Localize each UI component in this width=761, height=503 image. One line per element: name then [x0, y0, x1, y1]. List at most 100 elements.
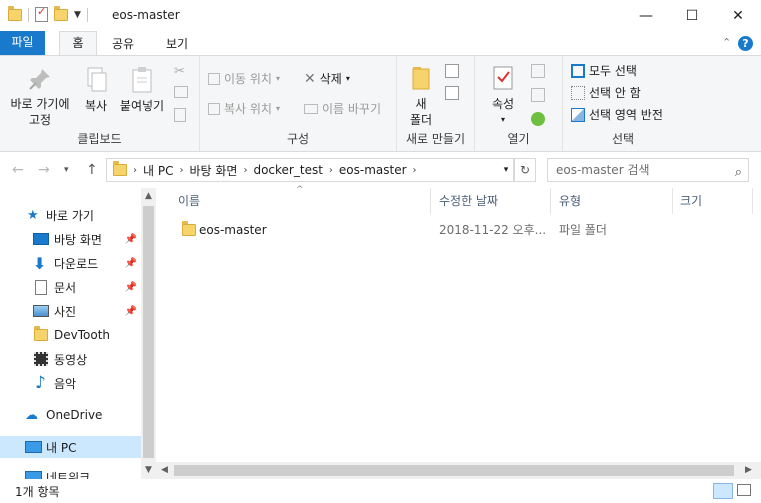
pin-quick-access-button[interactable]: 바로 가기에 고정: [4, 66, 76, 128]
scroll-right-icon[interactable]: ▶: [740, 462, 757, 479]
large-icons-view-icon[interactable]: [737, 484, 751, 496]
new-folder-icon[interactable]: [54, 5, 68, 21]
column-header-modified[interactable]: 수정한 날짜: [431, 188, 551, 214]
select-group-label: 선택: [611, 132, 635, 146]
nav-item-downloads[interactable]: ⬇ 다운로드 📌: [0, 252, 141, 274]
open-group: 속성 ▾ 열기: [475, 56, 563, 151]
nav-this-pc-label: 내 PC: [46, 440, 77, 455]
scroll-down-icon[interactable]: ▼: [141, 462, 156, 479]
chevron-right-icon[interactable]: ›: [243, 165, 247, 176]
chevron-right-icon[interactable]: ›: [179, 165, 183, 176]
breadcrumb-eos-master[interactable]: eos-master: [339, 163, 407, 177]
chevron-right-icon[interactable]: ›: [413, 165, 417, 176]
invert-selection-button[interactable]: 선택 영역 반전: [571, 106, 663, 123]
toolbar-separator: [86, 7, 88, 22]
chevron-right-icon[interactable]: ›: [133, 165, 137, 176]
new-item-icon[interactable]: [445, 64, 459, 78]
pin-icon[interactable]: 📌: [125, 258, 137, 269]
item-count: 1개 항목: [15, 485, 60, 499]
recent-locations-icon[interactable]: ▾: [64, 165, 69, 175]
copy-to-button[interactable]: 복사 위치 ▾: [208, 100, 280, 117]
invert-selection-icon: [571, 107, 585, 122]
nav-this-pc[interactable]: 내 PC: [0, 436, 141, 458]
delete-button[interactable]: ✕ 삭제 ▾: [304, 70, 350, 87]
rename-button[interactable]: 이름 바꾸기: [304, 100, 381, 117]
new-folder-button[interactable]: 새 폴더: [403, 64, 439, 128]
paste-button[interactable]: 붙여넣기: [116, 66, 168, 114]
nav-item-desktop[interactable]: 바탕 화면 📌: [0, 228, 141, 250]
nav-onedrive[interactable]: ☁ OneDrive: [0, 404, 141, 426]
forward-arrow-icon[interactable]: →: [38, 162, 50, 178]
help-icon[interactable]: ?: [738, 36, 753, 51]
properties-button[interactable]: 속성 ▾: [485, 64, 521, 128]
pin-icon[interactable]: 📌: [125, 234, 137, 245]
details-view-icon[interactable]: [713, 483, 733, 499]
copy-to-label: 복사 위치: [224, 102, 272, 116]
copy-path-icon[interactable]: [174, 86, 188, 98]
column-header-size[interactable]: 크기: [673, 188, 753, 214]
chevron-right-icon[interactable]: ›: [329, 165, 333, 176]
easy-access-icon[interactable]: [445, 86, 459, 100]
folder-icon: [182, 221, 196, 236]
column-header-name[interactable]: 이름: [156, 188, 431, 214]
select-all-button[interactable]: 모두 선택: [571, 62, 637, 79]
table-row[interactable]: eos-master 2018-11-22 오후... 파일 폴더: [156, 220, 761, 240]
search-placeholder: eos-master 검색: [556, 163, 650, 177]
properties-icon[interactable]: [35, 5, 48, 22]
close-button[interactable]: ✕: [715, 0, 761, 31]
open-icon[interactable]: [531, 64, 545, 78]
clipboard-group: 바로 가기에 고정 복사 붙여넣기 ✂ 클립보드: [0, 56, 200, 151]
nav-item-downloads-label: 다운로드: [54, 256, 99, 271]
tab-file[interactable]: 파일: [0, 31, 45, 55]
move-to-icon: [208, 72, 220, 85]
breadcrumb-desktop[interactable]: 바탕 화면: [189, 162, 237, 179]
folder-icon: [113, 161, 127, 176]
edit-icon[interactable]: [531, 88, 545, 102]
pin-icon[interactable]: 📌: [125, 306, 137, 317]
pin-icon[interactable]: 📌: [125, 282, 137, 293]
tab-view[interactable]: 보기: [166, 35, 188, 52]
music-icon: ♪: [35, 373, 46, 393]
maximize-button[interactable]: ☐: [669, 0, 715, 31]
minimize-button[interactable]: —: [623, 0, 669, 31]
nav-network-label: 네트워크: [46, 470, 91, 480]
breadcrumb-docker-test[interactable]: docker_test: [253, 163, 322, 177]
address-bar[interactable]: › 내 PC › 바탕 화면 › docker_test › eos-maste…: [106, 158, 514, 182]
nav-item-music[interactable]: ♪ 음악: [0, 372, 141, 394]
scrollbar-thumb[interactable]: [143, 206, 154, 458]
column-header-type[interactable]: 유형: [551, 188, 673, 214]
nav-pane-scrollbar[interactable]: ▲ ▼: [141, 188, 156, 479]
scroll-up-icon[interactable]: ▲: [141, 188, 156, 205]
customize-toolbar-icon[interactable]: ▼: [74, 10, 81, 20]
nav-item-videos[interactable]: 동영상: [0, 348, 141, 370]
copy-label: 복사: [84, 99, 108, 113]
folder-icon[interactable]: [8, 5, 22, 21]
paste-shortcut-icon[interactable]: [174, 108, 186, 122]
nav-quick-access[interactable]: ★ 바로 가기: [0, 204, 141, 226]
tab-home[interactable]: 홈: [59, 31, 97, 56]
quick-access-toolbar: ▼: [8, 5, 88, 22]
collapse-ribbon-icon[interactable]: ⌃: [722, 36, 731, 49]
address-dropdown-icon[interactable]: ▾: [498, 158, 514, 182]
refresh-icon[interactable]: ↻: [514, 158, 536, 182]
scroll-left-icon[interactable]: ◀: [156, 462, 173, 479]
nav-item-pictures-label: 사진: [54, 304, 77, 319]
select-none-label: 선택 안 함: [589, 86, 641, 100]
nav-network[interactable]: 네트워크: [0, 466, 141, 479]
up-arrow-icon[interactable]: ↑: [86, 162, 98, 178]
invert-selection-label: 선택 영역 반전: [589, 108, 663, 122]
history-icon[interactable]: [531, 112, 545, 126]
scrollbar-thumb[interactable]: [174, 465, 734, 476]
nav-item-pictures[interactable]: 사진 📌: [0, 300, 141, 322]
move-to-button[interactable]: 이동 위치 ▾: [208, 70, 280, 87]
back-arrow-icon[interactable]: ←: [12, 162, 24, 178]
select-none-button[interactable]: 선택 안 함: [571, 84, 641, 101]
tab-share[interactable]: 공유: [112, 35, 134, 52]
breadcrumb-this-pc[interactable]: 내 PC: [143, 162, 173, 179]
search-input[interactable]: eos-master 검색 ⌕: [547, 158, 749, 182]
cut-icon[interactable]: ✂: [174, 64, 185, 79]
nav-item-documents[interactable]: 문서 📌: [0, 276, 141, 298]
file-list-scrollbar[interactable]: ◀ ▶: [156, 462, 761, 479]
copy-button[interactable]: 복사: [78, 66, 114, 114]
nav-item-devtooth[interactable]: DevTooth: [0, 324, 141, 346]
